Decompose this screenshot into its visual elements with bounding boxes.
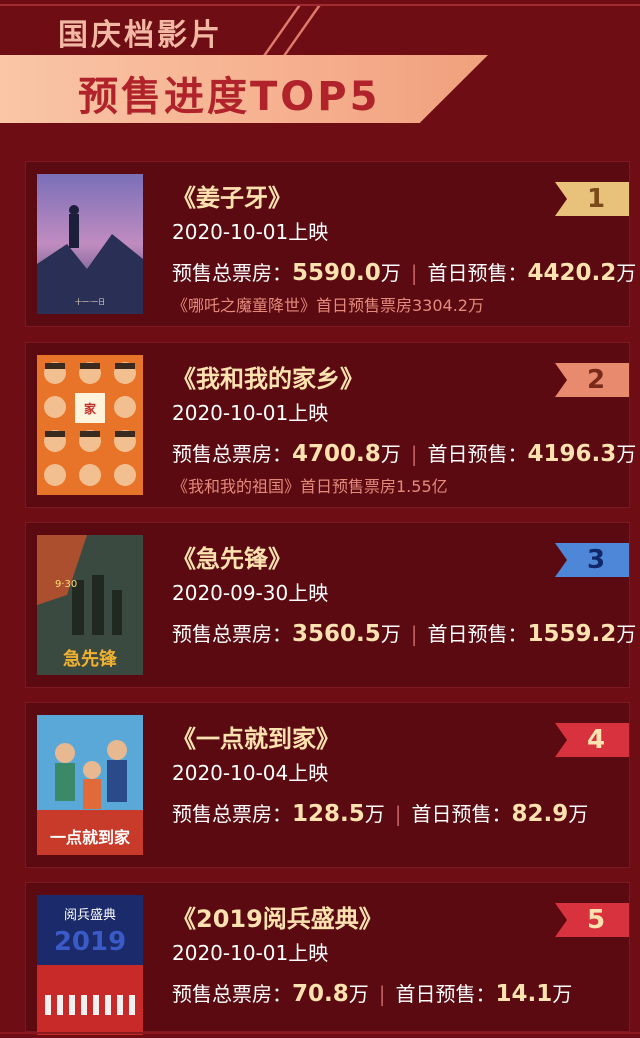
day1-label: 首日预售：: [427, 622, 528, 646]
day1-value: 4420.2: [527, 260, 617, 286]
movie-title[interactable]: 《2019阅兵盛典》: [172, 899, 383, 934]
movie-card[interactable]: 9·30 急先锋 《急先锋》 2020-09-30上映 预售总票房：3560.5…: [25, 522, 636, 688]
comparison-note: 《哪吒之魔童降世》首日预售票房3304.2万: [172, 296, 484, 315]
svg-text:阅兵盛典: 阅兵盛典: [64, 908, 116, 923]
total-value: 4700.8: [292, 441, 381, 467]
total-value: 70.8: [292, 981, 349, 1007]
day1-label: 首日预售：: [411, 802, 512, 826]
unit: 万: [364, 802, 385, 826]
day1-label: 首日预售：: [427, 442, 528, 466]
total-value: 3560.5: [292, 621, 381, 647]
rank-badge: 2: [555, 363, 629, 397]
unit: 万: [380, 442, 401, 466]
svg-text:十一·一日: 十一·一日: [75, 297, 105, 306]
category-title: 国庆档影片: [58, 18, 223, 53]
release-date: 2020-10-01上映: [172, 220, 329, 244]
unit: 万: [348, 982, 369, 1006]
svg-text:一点就到家: 一点就到家: [50, 828, 131, 847]
day1-label: 首日预售：: [395, 982, 496, 1006]
release-date: 2020-09-30上映: [172, 581, 329, 605]
comparison-note: 《我和我的祖国》首日预售票房1.55亿: [172, 477, 448, 496]
total-value: 5590.0: [292, 260, 381, 286]
svg-text:2019: 2019: [54, 927, 126, 957]
movie-card[interactable]: 一点就到家 《一点就到家》 2020-10-04上映 预售总票房：128.5万 |…: [25, 702, 630, 868]
decor-slash: [262, 6, 301, 56]
presale-stats: 预售总票房：3560.5万 | 首日预售：1559.2万: [172, 621, 637, 647]
total-value: 128.5: [292, 801, 365, 827]
day1-value: 1559.2: [527, 621, 617, 647]
svg-text:急先锋: 急先锋: [63, 648, 118, 670]
release-date: 2020-10-04上映: [172, 761, 329, 785]
total-label: 预售总票房：: [172, 622, 292, 646]
rank-badge: 4: [555, 723, 629, 757]
poster-yidianjiudaojia-icon: 一点就到家: [37, 715, 143, 855]
svg-text:家: 家: [84, 401, 97, 416]
bottom-divider: [0, 1032, 640, 1034]
day1-value: 4196.3: [527, 441, 617, 467]
presale-stats: 预售总票房：128.5万 | 首日预售：82.9万: [172, 801, 589, 827]
rank-badge: 5: [555, 903, 629, 937]
total-label: 预售总票房：: [172, 261, 292, 285]
page-header: 国庆档影片 预售进度TOP5: [0, 0, 640, 160]
unit: 万: [616, 261, 637, 285]
unit: 万: [616, 442, 637, 466]
movie-card[interactable]: 十一·一日 《姜子牙》 2020-10-01上映 预售总票房：5590.0万 | 首…: [25, 161, 636, 327]
rank-badge: 1: [555, 182, 629, 216]
day1-value: 82.9: [511, 801, 569, 827]
poster-jixianfeng-icon: 9·30 急先锋: [37, 535, 143, 675]
movie-title[interactable]: 《急先锋》: [172, 539, 292, 574]
unit: 万: [616, 622, 637, 646]
movie-card[interactable]: 家 《我和我的家乡》 2020-10-01上映 预售总票房：4700.8万 | 首日…: [25, 342, 636, 508]
rank-badge: 3: [555, 543, 629, 577]
movie-card[interactable]: 2019 阅兵盛典 《2019阅兵盛典》 2020-10-01上映 预售总票房：…: [25, 882, 630, 1035]
unit: 万: [552, 982, 573, 1006]
movie-title[interactable]: 《我和我的家乡》: [172, 359, 364, 394]
total-label: 预售总票房：: [172, 982, 292, 1006]
presale-stats: 预售总票房：4700.8万 | 首日预售：4196.3万: [172, 441, 637, 467]
total-label: 预售总票房：: [172, 442, 292, 466]
day1-value: 14.1: [495, 981, 553, 1007]
release-date: 2020-10-01上映: [172, 401, 329, 425]
poster-yuebingshengdian-icon: 2019 阅兵盛典: [37, 895, 143, 1035]
poster-jiangziya-icon: 十一·一日: [37, 174, 143, 314]
banner-title: 预售进度TOP5: [78, 74, 381, 120]
unit: 万: [380, 261, 401, 285]
presale-stats: 预售总票房：5590.0万 | 首日预售：4420.2万: [172, 260, 637, 286]
movie-title[interactable]: 《姜子牙》: [172, 178, 292, 213]
poster-wohewodejiaxiang-icon: 家: [37, 355, 143, 495]
total-label: 预售总票房：: [172, 802, 292, 826]
day1-label: 首日预售：: [427, 261, 528, 285]
unit: 万: [380, 622, 401, 646]
presale-stats: 预售总票房：70.8万 | 首日预售：14.1万: [172, 981, 573, 1007]
svg-text:9·30: 9·30: [55, 579, 77, 590]
movie-title[interactable]: 《一点就到家》: [172, 719, 340, 754]
unit: 万: [568, 802, 589, 826]
decor-slash: [282, 6, 321, 56]
release-date: 2020-10-01上映: [172, 941, 329, 965]
